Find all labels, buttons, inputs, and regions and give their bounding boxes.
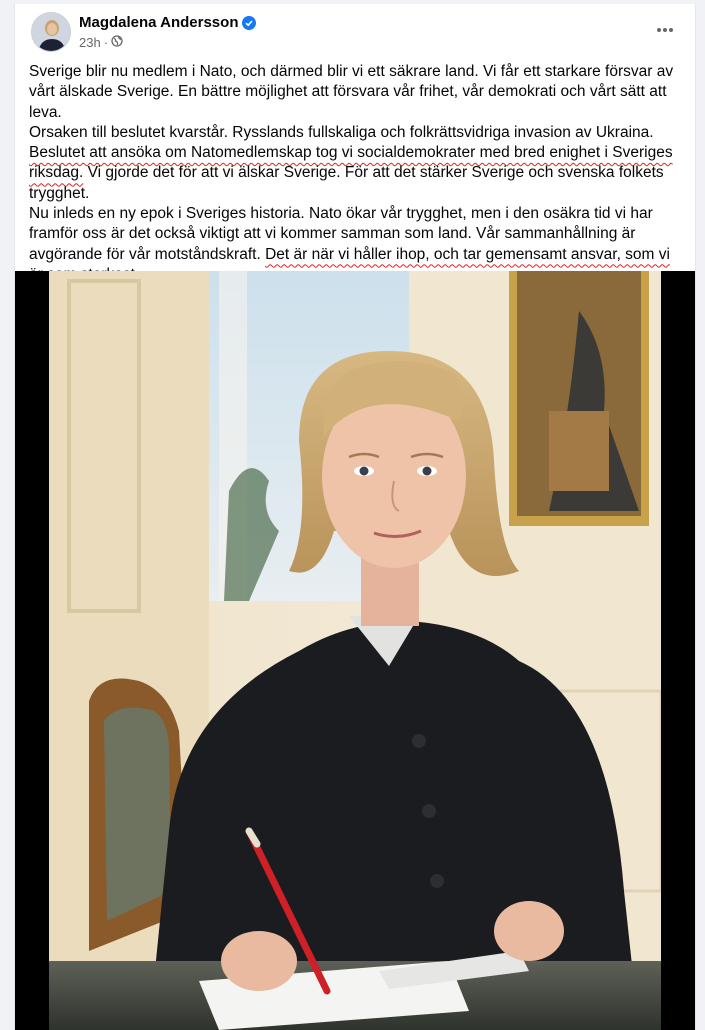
post-paragraph: Beslutet att ansöka om Natomedlemskap to… xyxy=(29,143,685,204)
text-segment: Vi gjorde det för att vi älskar Sverige.… xyxy=(29,164,664,202)
verified-badge-icon xyxy=(242,15,257,30)
post-photo[interactable] xyxy=(15,271,695,1030)
meta-separator: · xyxy=(103,35,109,50)
text-segment: Orsaken till beslutet kvarstår. Ryssland… xyxy=(29,123,654,141)
post-paragraph: Orsaken till beslutet kvarstår. Ryssland… xyxy=(29,123,685,143)
post-timestamp[interactable]: 23h xyxy=(79,35,101,50)
author-name[interactable]: Magdalena Andersson xyxy=(79,14,257,31)
text-segment: Sverige blir nu medlem i Nato, och därme… xyxy=(29,63,674,121)
photo-image xyxy=(49,271,661,1030)
post-header: Magdalena Andersson 23h · xyxy=(15,4,695,62)
more-options-icon[interactable] xyxy=(651,16,679,44)
post-paragraph: Sverige blir nu medlem i Nato, och därme… xyxy=(29,62,685,123)
post-meta: 23h · xyxy=(79,35,123,50)
author-name-text[interactable]: Magdalena Andersson xyxy=(79,14,238,31)
globe-icon[interactable] xyxy=(111,35,123,50)
post-card: Magdalena Andersson 23h · Sverige blir n… xyxy=(14,4,696,1030)
avatar[interactable] xyxy=(31,12,71,52)
post-text: Sverige blir nu medlem i Nato, och därme… xyxy=(29,62,685,285)
